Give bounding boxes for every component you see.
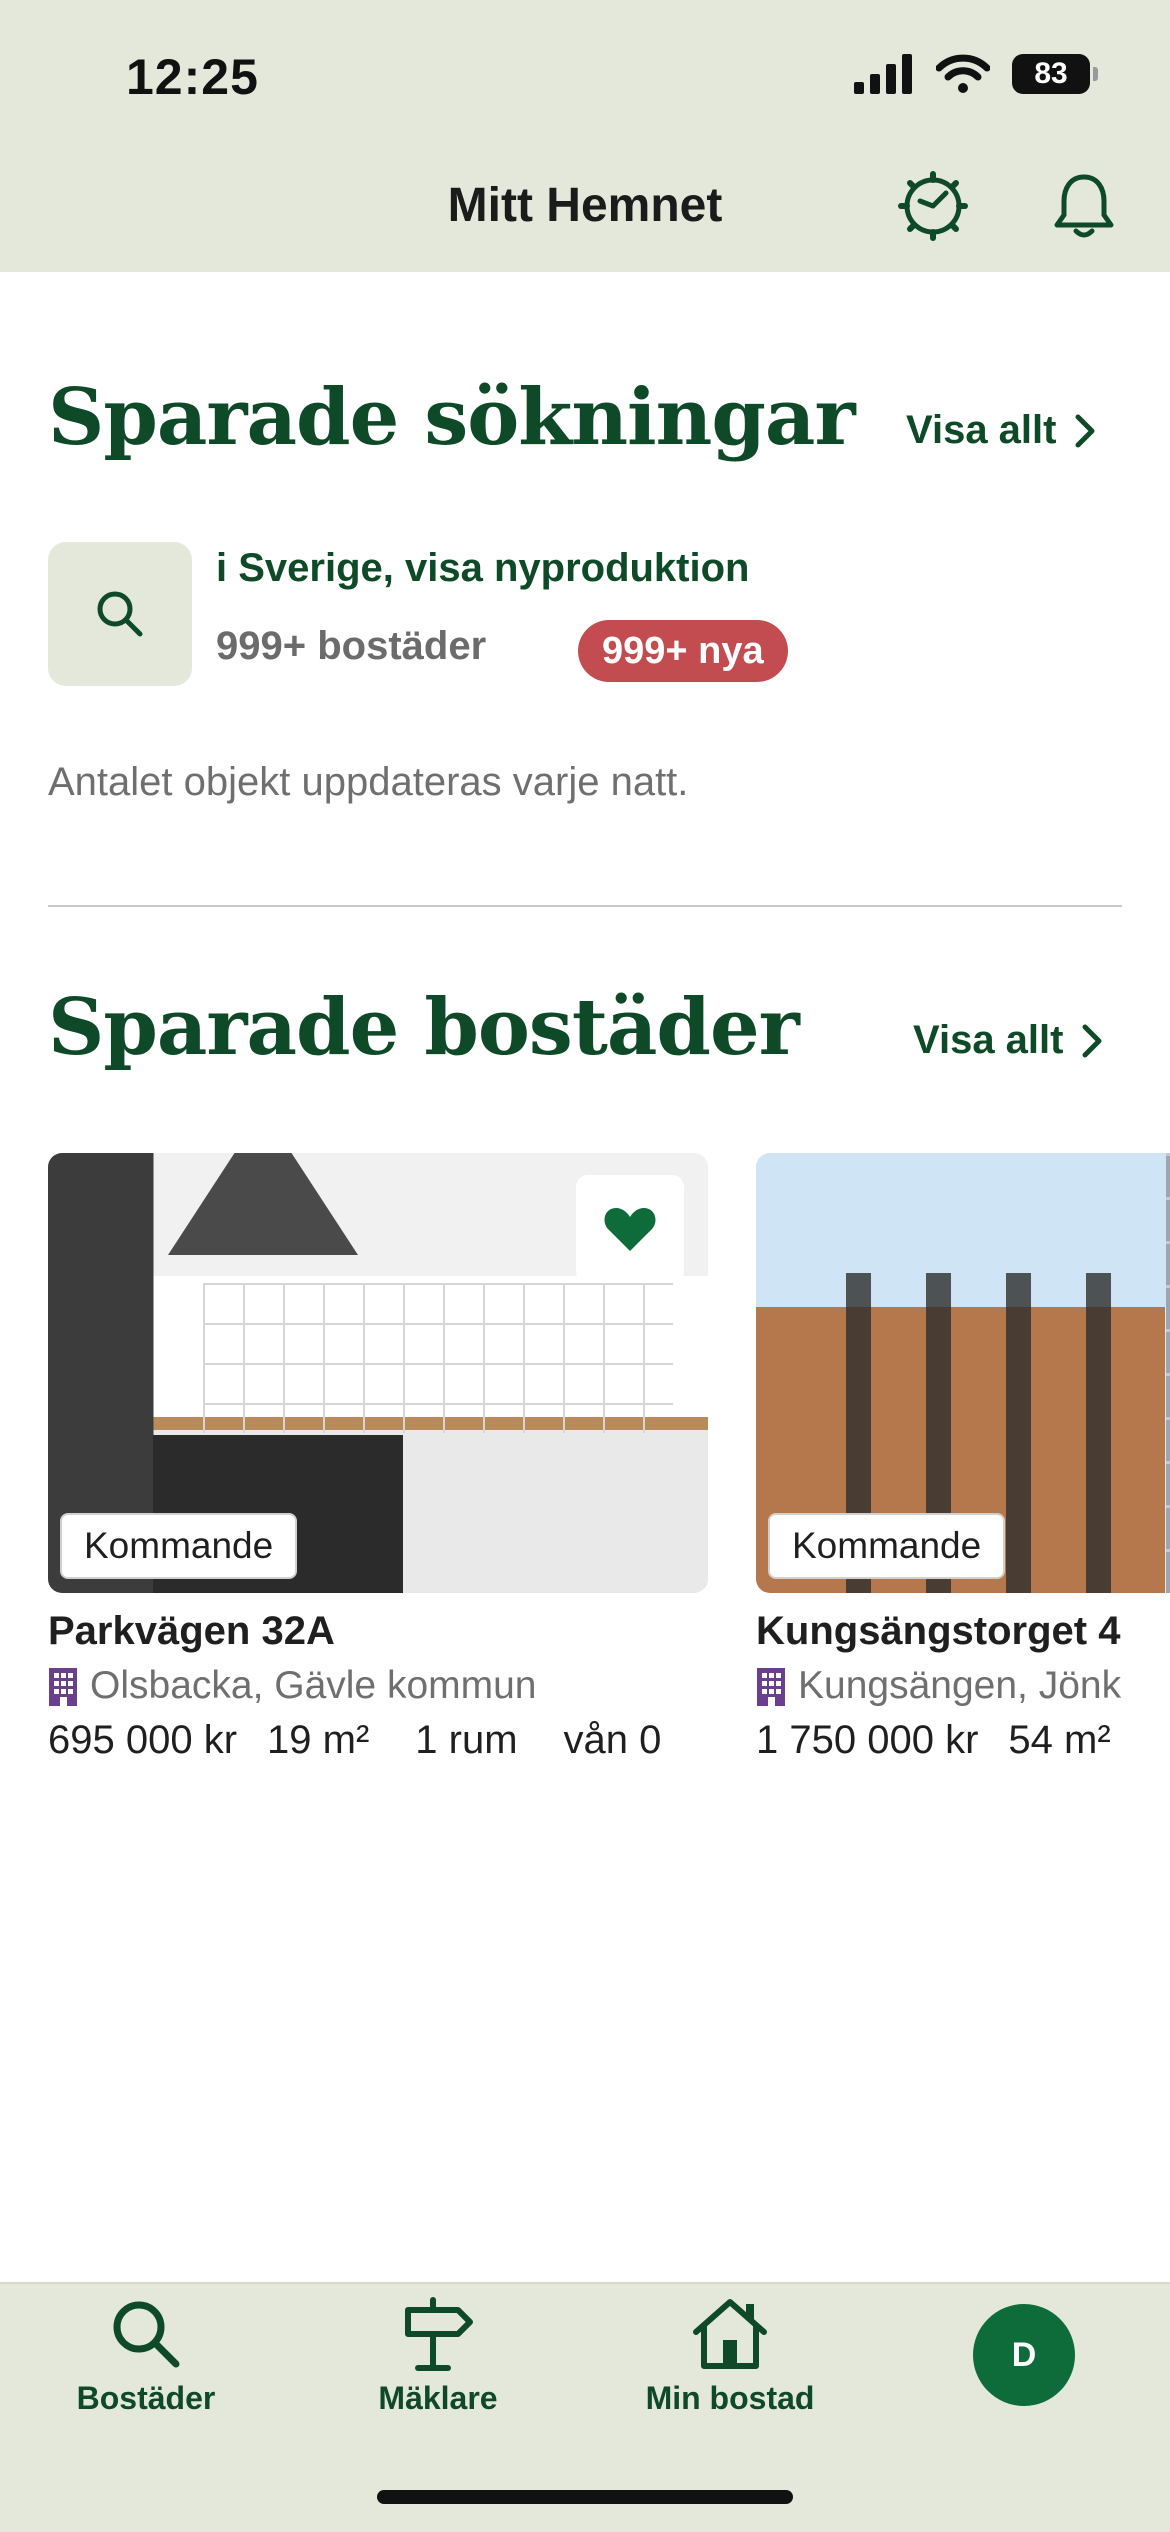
nav-item-min-bostad[interactable]: Min bostad — [620, 2296, 840, 2417]
search-icon — [113, 2301, 180, 2368]
saved-search-count: 999+ bostäder — [216, 624, 487, 668]
battery-indicator: 83 — [1012, 54, 1098, 94]
status-icons: 83 — [852, 54, 1098, 94]
photo-detail — [203, 1283, 673, 1433]
listing-card[interactable]: Kommande Parkvägen 32A Olsbacka, Gävle k… — [48, 1153, 708, 1763]
listing-floor: vån 0 — [563, 1718, 662, 1762]
notifications-button[interactable] — [1046, 168, 1122, 244]
bell-icon — [1054, 174, 1114, 238]
listing-location: Olsbacka, Gävle kommun — [48, 1664, 708, 1708]
listing-location: Kungsängen, Jönk — [756, 1664, 1170, 1708]
listing-location-text: Kungsängen, Jönk — [798, 1664, 1122, 1707]
building-icon — [757, 1668, 785, 1706]
nav-item-maklare[interactable]: Mäklare — [328, 2296, 548, 2417]
saved-searches-title: Sparade sökningar — [48, 372, 856, 463]
nav-label: Bostäder — [76, 2380, 216, 2416]
view-all-label: Visa allt — [906, 408, 1057, 452]
wifi-icon — [936, 54, 990, 93]
favorite-button[interactable] — [576, 1175, 684, 1283]
nav-item-bostader[interactable]: Bostäder — [36, 2296, 256, 2417]
saved-searches-view-all[interactable]: Visa allt — [906, 408, 1098, 453]
listing-photo[interactable]: Kommande — [48, 1153, 708, 1593]
photo-detail — [168, 1153, 358, 1255]
search-icon — [97, 591, 143, 637]
battery-level: 83 — [1034, 57, 1068, 90]
listing-location-text: Olsbacka, Gävle kommun — [90, 1664, 537, 1707]
photo-detail — [1166, 1153, 1170, 1593]
settings-button[interactable] — [895, 168, 971, 244]
heart-icon — [604, 1208, 656, 1251]
page-title: Mitt Hemnet — [447, 179, 723, 232]
listing-rooms: 1 rum — [415, 1718, 518, 1762]
saved-search-item[interactable]: i Sverige, visa nyproduktion 999+ bostäd… — [48, 542, 1122, 692]
signal-icon — [854, 54, 912, 94]
listing-address: Kungsängstorget 4 — [756, 1609, 1121, 1653]
section-divider — [48, 905, 1122, 907]
listing-area: 19 m² — [267, 1718, 370, 1762]
listing-address: Parkvägen 32A — [48, 1609, 335, 1653]
listing-meta: 1 750 000 kr 54 m² — [756, 1718, 1170, 1763]
search-icon-box — [48, 542, 192, 686]
chevron-right-icon — [1082, 1024, 1102, 1057]
home-indicator[interactable] — [377, 2490, 793, 2504]
status-tag: Kommande — [60, 1513, 298, 1579]
status-tag: Kommande — [768, 1513, 1006, 1579]
profile-avatar[interactable]: D — [973, 2304, 1075, 2406]
update-note: Antalet objekt uppdateras varje natt. — [48, 760, 689, 804]
listing-photo[interactable]: Kommande — [756, 1153, 1170, 1593]
status-time: 12:25 — [126, 49, 259, 105]
top-bar: 12:25 83 Mitt Hemnet — [0, 0, 1170, 272]
house-icon — [693, 2299, 767, 2369]
listing-meta: 695 000 kr 19 m² 1 rum vån 0 — [48, 1718, 708, 1763]
listing-card[interactable]: Kommande Kungsängstorget 4 Kungsängen, J… — [756, 1153, 1170, 1763]
chevron-right-icon — [1075, 414, 1095, 447]
listing-price: 1 750 000 kr — [756, 1718, 979, 1762]
listing-price: 695 000 kr — [48, 1718, 238, 1762]
nav-label: Min bostad — [645, 2380, 815, 2416]
saved-homes-title: Sparade bostäder — [48, 982, 800, 1073]
nav-label: Mäklare — [378, 2380, 498, 2416]
saved-homes-view-all[interactable]: Visa allt — [913, 1018, 1105, 1063]
building-icon — [49, 1668, 77, 1706]
screen: 12:25 83 Mitt Hemnet Sparade sökningar V… — [0, 0, 1170, 2532]
gear-icon — [898, 171, 968, 241]
new-count-badge: 999+ nya — [578, 620, 788, 682]
saved-search-title: i Sverige, visa nyproduktion — [216, 546, 750, 590]
view-all-label: Visa allt — [913, 1018, 1064, 1062]
signpost-icon — [405, 2297, 473, 2371]
listing-area: 54 m² — [1008, 1718, 1111, 1762]
